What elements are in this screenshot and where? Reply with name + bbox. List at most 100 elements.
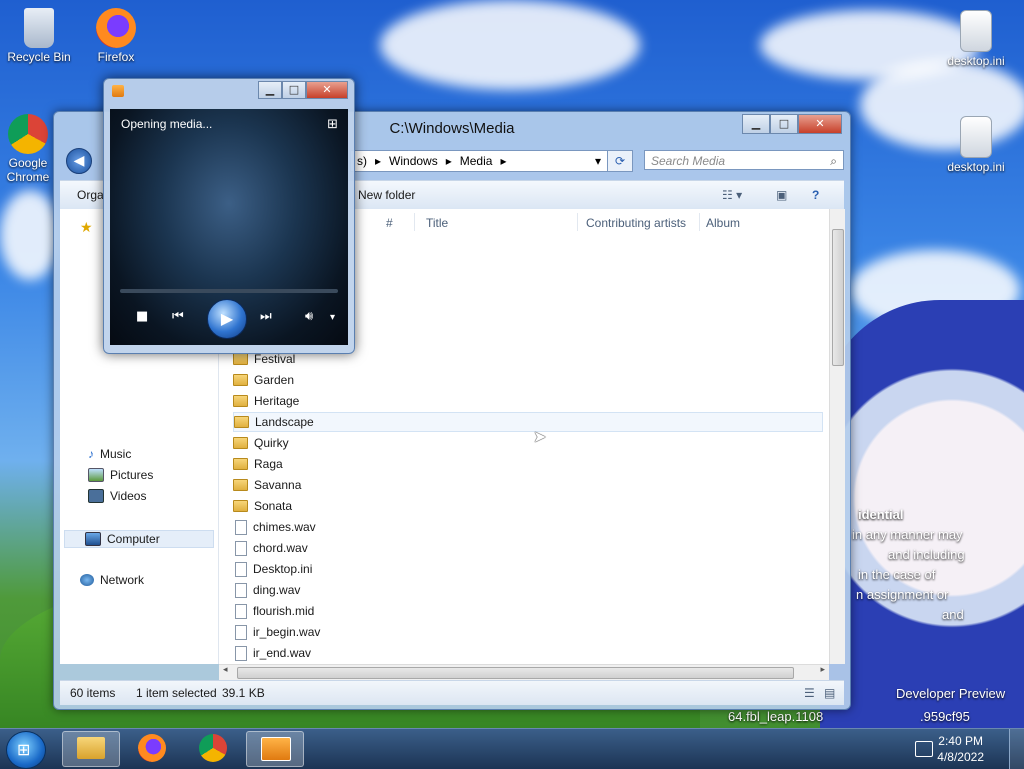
horizontal-scrollbar[interactable]: ◂ ▸	[219, 664, 829, 680]
media-player-icon	[112, 85, 124, 97]
clock-time: 2:40 PM	[938, 734, 983, 748]
address-bar[interactable]: s) ▸ Windows ▸ Media ▸ ▾	[350, 150, 608, 172]
nav-item-pictures[interactable]: Pictures	[88, 468, 153, 482]
item-name: ir_end.wav	[253, 646, 312, 660]
player-status: Opening media...	[121, 117, 213, 131]
address-segment-windows[interactable]: Windows	[389, 151, 438, 171]
desktop-icon-chrome[interactable]: Google Chrome	[0, 114, 56, 184]
column-header-title[interactable]: Title	[426, 216, 448, 230]
window-caption-buttons: ▁ □ ✕	[742, 114, 842, 134]
maximize-button[interactable]: □	[282, 81, 306, 99]
nav-label: Computer	[107, 532, 160, 546]
column-separator	[699, 213, 700, 231]
start-button[interactable]: ⊞	[6, 731, 46, 769]
column-header-number[interactable]: #	[386, 216, 393, 230]
address-segment-media[interactable]: Media	[460, 151, 493, 171]
list-item[interactable]: Desktop.ini	[233, 559, 823, 579]
list-item[interactable]: chord.wav	[233, 538, 823, 558]
taskbar-media-player[interactable]	[246, 731, 304, 767]
view-options-icon[interactable]: ☷ ▾	[722, 188, 742, 202]
list-item[interactable]: Raga	[233, 454, 823, 474]
desktop-icon-ini-1[interactable]: desktop.ini	[940, 10, 1012, 68]
search-input[interactable]: Search Media ⌕	[644, 150, 844, 170]
scroll-thumb[interactable]	[832, 229, 844, 366]
volume-dropdown-icon[interactable]: ▾	[330, 312, 335, 323]
scroll-left-icon[interactable]: ◂	[223, 665, 228, 675]
media-player-window[interactable]: ▁ □ ✕ Opening media... ⊞ ■ ⏮ ▶ ⏭ 🔊︎ ▾	[103, 78, 355, 354]
column-header-artists[interactable]: Contributing artists	[586, 216, 686, 230]
list-item[interactable]: Landscape	[233, 412, 823, 432]
minimize-button[interactable]: ▁	[258, 81, 282, 99]
address-segment[interactable]: s)	[357, 151, 367, 171]
details-view-icon[interactable]: ☰	[804, 686, 815, 700]
maximize-button[interactable]: □	[770, 114, 798, 134]
file-icon	[235, 624, 247, 640]
item-name: Desktop.ini	[253, 562, 313, 576]
video-area[interactable]: Opening media... ⊞ ■ ⏮ ▶ ⏭ 🔊︎ ▾	[110, 109, 348, 345]
list-item[interactable]: Sonata	[233, 496, 823, 516]
next-icon[interactable]: ⏭	[260, 309, 272, 324]
volume-icon[interactable]: 🔊︎	[305, 309, 313, 324]
folder-icon	[233, 353, 248, 365]
back-button[interactable]: ◀	[66, 148, 92, 174]
search-icon[interactable]: ⌕	[830, 151, 837, 171]
music-icon: ♪	[88, 447, 94, 461]
preview-pane-icon[interactable]: ▣	[776, 188, 787, 202]
desktop-icon-ini-2[interactable]: desktop.ini	[940, 116, 1012, 174]
address-dropdown-icon[interactable]: ▾	[595, 151, 601, 171]
item-name: Savanna	[254, 478, 302, 492]
nav-item-music[interactable]: ♪ Music	[88, 447, 131, 461]
list-item[interactable]: flourish.mid	[233, 601, 823, 621]
stop-icon[interactable]: ■	[136, 309, 148, 324]
desktop-icon-recycle-bin[interactable]: Recycle Bin	[3, 8, 75, 64]
list-item[interactable]: ir_begin.wav	[233, 622, 823, 642]
help-icon[interactable]: ?	[812, 188, 819, 202]
column-header-album[interactable]: Album	[706, 216, 740, 230]
chevron-right-icon: ▸	[445, 154, 452, 168]
file-icon	[235, 540, 247, 556]
item-name: Raga	[254, 457, 283, 471]
favorites-star-icon[interactable]: ★	[80, 219, 93, 236]
chevron-right-icon: ▸	[500, 154, 507, 168]
new-folder-button[interactable]: New folder	[358, 188, 415, 202]
scroll-right-icon[interactable]: ▸	[820, 665, 825, 675]
network-tray-icon[interactable]	[915, 741, 933, 757]
taskbar-explorer[interactable]	[62, 731, 120, 767]
minimize-button[interactable]: ▁	[742, 114, 770, 134]
desktop-icon-firefox[interactable]: Firefox	[80, 8, 152, 64]
nav-item-computer[interactable]: Computer	[64, 530, 214, 548]
file-icon	[235, 582, 247, 598]
list-item[interactable]: Garden	[233, 370, 823, 390]
organize-button[interactable]: Orga	[77, 188, 104, 202]
windows-logo-icon: ⊞	[17, 740, 31, 759]
list-item[interactable]: Quirky	[233, 433, 823, 453]
list-item[interactable]: ding.wav	[233, 580, 823, 600]
folder-icon	[233, 374, 248, 386]
list-item[interactable]: chimes.wav	[233, 517, 823, 537]
seek-bar[interactable]	[120, 289, 338, 293]
nav-item-network[interactable]: Network	[80, 573, 144, 587]
desktop-icon-label: Google Chrome	[6, 156, 50, 184]
list-item[interactable]: Heritage	[233, 391, 823, 411]
vertical-scrollbar[interactable]	[829, 209, 845, 664]
show-desktop-button[interactable]	[1009, 729, 1024, 769]
refresh-button[interactable]: ⟳	[607, 150, 633, 172]
videos-icon	[88, 489, 104, 503]
nav-item-videos[interactable]: Videos	[88, 489, 146, 503]
close-button[interactable]: ✕	[306, 81, 348, 99]
list-item[interactable]: ir_end.wav	[233, 643, 823, 663]
item-name: Quirky	[254, 436, 289, 450]
list-item[interactable]: Savanna	[233, 475, 823, 495]
switch-to-library-icon[interactable]: ⊞	[327, 117, 338, 132]
scroll-thumb[interactable]	[237, 667, 794, 679]
item-name: Garden	[254, 373, 295, 387]
settings-file-icon	[960, 116, 992, 158]
close-button[interactable]: ✕	[798, 114, 842, 134]
previous-icon[interactable]: ⏮	[172, 309, 184, 324]
system-clock[interactable]: 2:40 PM 4/8/2022	[937, 733, 984, 765]
play-button[interactable]: ▶	[207, 299, 247, 339]
tiles-view-icon[interactable]: ▤	[824, 686, 835, 700]
taskbar-chrome[interactable]	[185, 731, 241, 765]
taskbar-firefox[interactable]	[124, 731, 180, 765]
chevron-right-icon: ▸	[375, 154, 382, 168]
